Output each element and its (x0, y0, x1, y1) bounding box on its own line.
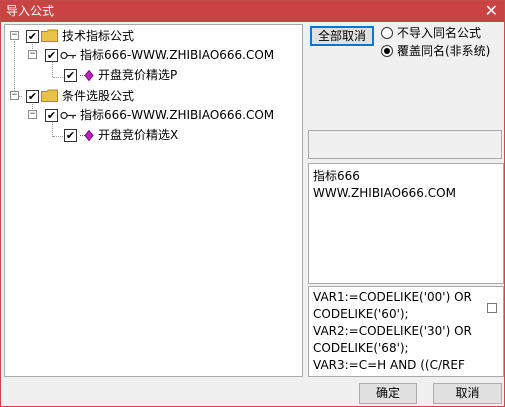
folder-icon (41, 29, 58, 42)
formula-diamond-icon (80, 70, 94, 81)
tree-node-checkbox[interactable]: ✔ (26, 30, 39, 43)
tree-node-stock-selection-formulas[interactable]: − ✔ 条件选股公式 (5, 87, 295, 105)
formula-info-panel: 指标666 WWW.ZHIBIAO666.COM (308, 163, 504, 284)
tree-node-formula-p[interactable]: ✔ 开盘竞价精选P (5, 66, 295, 84)
tree-node-checkbox[interactable]: ✔ (64, 69, 77, 82)
formula-tree[interactable]: − ✔ 技术指标公式 − ✔ 指标666-WWW.ZHIBIAO666.COM … (4, 24, 303, 377)
radio-selected-dot (384, 48, 390, 54)
tree-node-checkbox[interactable]: ✔ (45, 49, 58, 62)
key-icon (60, 111, 76, 120)
tree-node-indicator-666[interactable]: − ✔ 指标666-WWW.ZHIBIAO666.COM (5, 46, 295, 64)
tree-node-checkbox[interactable]: ✔ (64, 129, 77, 142)
collapse-icon[interactable]: − (28, 110, 37, 119)
overwrite-duplicate-radio[interactable] (381, 45, 393, 57)
empty-status-panel (308, 130, 502, 159)
close-icon[interactable]: ✕ (485, 2, 498, 20)
formula-diamond-icon (80, 130, 94, 141)
ok-button[interactable]: 确定 (359, 383, 417, 404)
skip-duplicate-label[interactable]: 不导入同名公式 (397, 26, 481, 40)
tree-node-indicator-formulas[interactable]: − ✔ 技术指标公式 (5, 27, 295, 45)
tree-node-label: 技术指标公式 (62, 29, 135, 43)
tree-node-formula-x[interactable]: ✔ 开盘竞价精选X (5, 126, 295, 144)
skip-duplicate-radio[interactable] (381, 27, 393, 39)
tree-node-indicator-666[interactable]: − ✔ 指标666-WWW.ZHIBIAO666.COM (5, 106, 295, 124)
cancel-button[interactable]: 取消 (433, 383, 502, 404)
formula-code-text: VAR1:=CODELIKE('00') OR CODELIKE('60'); … (313, 290, 472, 372)
tree-node-label: 开盘竞价精选X (98, 128, 179, 142)
collapse-icon[interactable]: − (10, 91, 19, 100)
import-formula-dialog: 导入公式 ✕ − ✔ 技术指标公式 − ✔ 指标666-WWW.ZHIBIAO6… (0, 0, 505, 407)
collapse-icon[interactable]: − (10, 31, 19, 40)
code-panel-checkbox[interactable] (487, 303, 497, 313)
tree-node-checkbox[interactable]: ✔ (26, 90, 39, 103)
formula-info-text: 指标666 WWW.ZHIBIAO666.COM (313, 169, 456, 200)
key-icon (60, 51, 76, 60)
tree-node-label: 开盘竞价精选P (98, 68, 178, 82)
tree-node-label: 指标666-WWW.ZHIBIAO666.COM (80, 108, 275, 122)
tree-node-label: 指标666-WWW.ZHIBIAO666.COM (80, 48, 275, 62)
tree-node-label: 条件选股公式 (62, 89, 135, 103)
window-title: 导入公式 (6, 4, 55, 18)
collapse-icon[interactable]: − (28, 50, 37, 59)
formula-code-panel[interactable]: VAR1:=CODELIKE('00') OR CODELIKE('60'); … (308, 286, 504, 377)
title-bar[interactable]: 导入公式 ✕ (1, 1, 504, 22)
overwrite-duplicate-label[interactable]: 覆盖同名(非系统) (397, 44, 490, 58)
folder-icon (41, 89, 58, 102)
uncheck-all-button[interactable]: 全部取消 (310, 26, 374, 46)
tree-node-checkbox[interactable]: ✔ (45, 109, 58, 122)
